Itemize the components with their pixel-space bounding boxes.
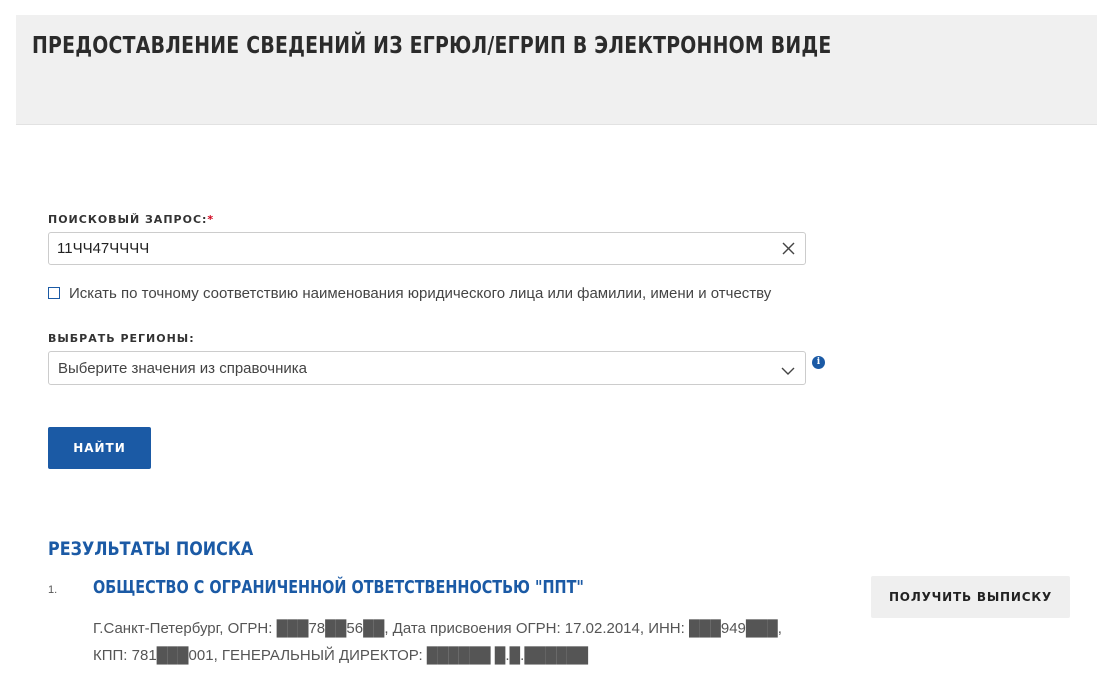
result-details-line-1: Г.Санкт-Петербург, ОГРН: ███78██56██, Да… [93,620,782,637]
exact-match-label[interactable]: Искать по точному соответствию наименова… [69,285,771,302]
exact-match-option[interactable]: Искать по точному соответствию наименова… [48,284,771,302]
search-label-text: ПОИСКОВЫЙ ЗАПРОС: [48,213,208,226]
page-header [16,15,1097,125]
find-button[interactable]: НАЙТИ [48,427,151,469]
regions-label: ВЫБРАТЬ РЕГИОНЫ: [48,332,195,345]
result-company-name[interactable]: ОБЩЕСТВО С ОГРАНИЧЕННОЙ ОТВЕТСТВЕННОСТЬЮ… [93,577,584,598]
result-number: 1. [48,584,58,596]
search-label: ПОИСКОВЫЙ ЗАПРОС:* [48,213,214,226]
page-title: ПРЕДОСТАВЛЕНИЕ СВЕДЕНИЙ ИЗ ЕГРЮЛ/ЕГРИП В… [32,33,832,59]
regions-select-placeholder: Выберите значения из справочника [58,360,308,377]
required-mark: * [207,213,215,226]
results-title: РЕЗУЛЬТАТЫ ПОИСКА [48,538,254,560]
result-details-line-2: КПП: 781███001, ГЕНЕРАЛЬНЫЙ ДИРЕКТОР: ██… [93,647,589,664]
search-field[interactable] [48,232,806,265]
regions-select[interactable]: Выберите значения из справочника [48,351,806,385]
close-icon[interactable] [781,241,796,256]
chevron-down-icon[interactable] [781,363,795,375]
get-extract-button[interactable]: ПОЛУЧИТЬ ВЫПИСКУ [871,576,1070,618]
page: ПРЕДОСТАВЛЕНИЕ СВЕДЕНИЙ ИЗ ЕГРЮЛ/ЕГРИП В… [0,0,1115,679]
info-icon[interactable]: i [812,356,825,369]
search-input[interactable] [57,233,757,264]
exact-match-checkbox[interactable] [48,287,60,299]
